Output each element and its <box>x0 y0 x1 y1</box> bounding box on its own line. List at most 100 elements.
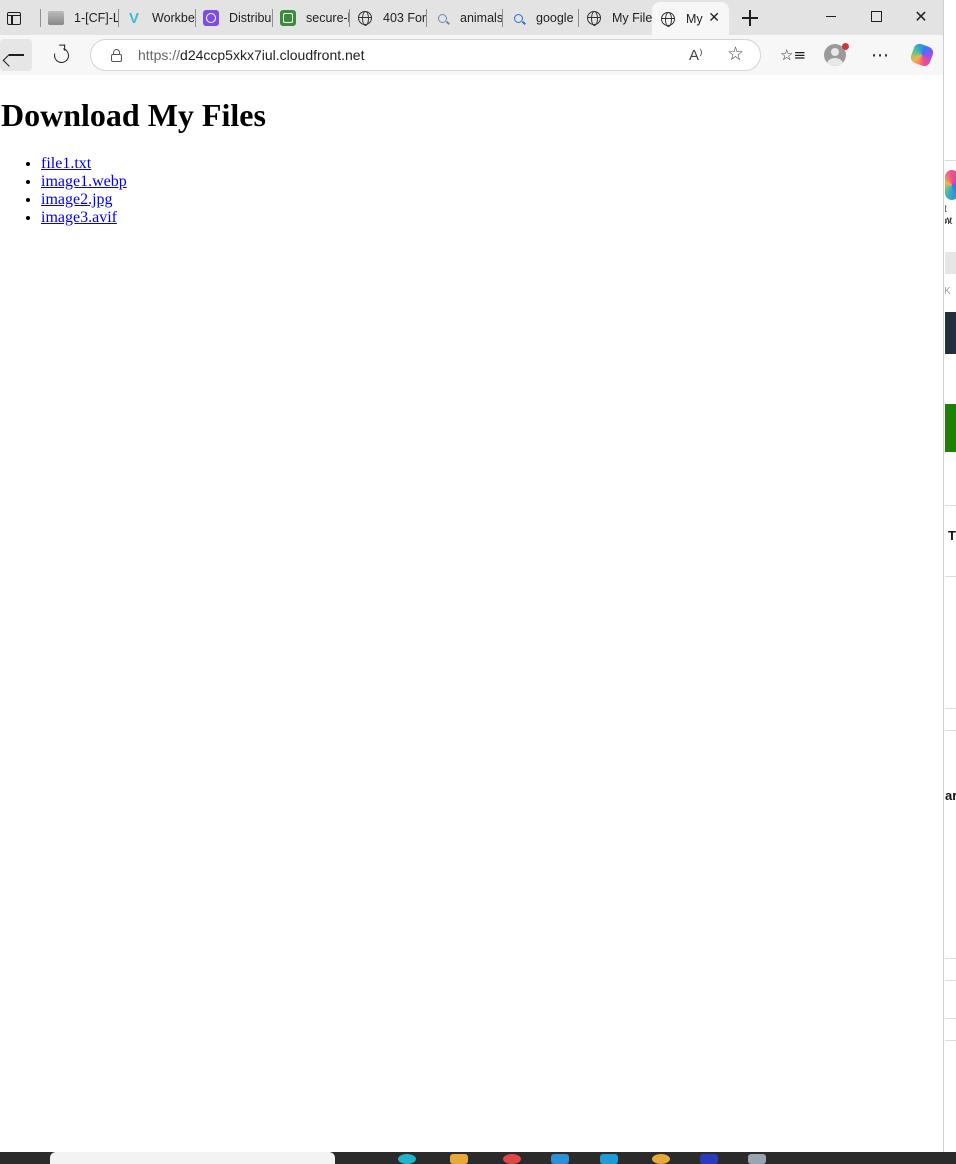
taskbar-folder-icon[interactable] <box>450 1154 468 1164</box>
background-bar <box>945 252 956 274</box>
browser-toolbar: https://d24ccp5xkx7iul.cloudfront.net A⁾… <box>0 35 944 75</box>
divider <box>945 730 956 731</box>
taskbar-app-icon[interactable] <box>700 1154 718 1164</box>
divider <box>945 1040 956 1041</box>
tab-active[interactable]: My ✕ <box>652 2 729 35</box>
tab-3[interactable]: Distribu <box>195 5 272 31</box>
copilot-icon <box>909 42 935 68</box>
favorites-list-icon: ☆≡ <box>780 46 807 64</box>
minimize-button[interactable] <box>808 0 854 32</box>
tab-separator <box>118 9 119 27</box>
gray-image-icon <box>48 10 64 26</box>
window-border <box>943 0 944 1152</box>
tab-strip: 1-[CF]-L V Workbe Distribu secure-l 403 … <box>0 0 944 35</box>
taskbar-app-icon[interactable] <box>652 1154 670 1164</box>
tab-8[interactable]: My Files <box>578 5 652 31</box>
tab-actions-icon <box>7 11 21 25</box>
taskbar-app-icon[interactable] <box>748 1154 766 1164</box>
divider <box>945 1018 956 1019</box>
list-item: file1.txt <box>41 155 127 173</box>
tab-separator <box>578 9 579 27</box>
favorite-star-icon[interactable]: ☆ <box>727 43 744 65</box>
tab-title: 403 For <box>383 11 426 25</box>
background-text: nt <box>945 216 953 227</box>
tab-separator <box>426 9 427 27</box>
v-logo-icon: V <box>128 9 139 27</box>
taskbar-app-icon[interactable] <box>503 1154 521 1164</box>
copilot-button[interactable] <box>906 39 938 71</box>
edge-logo-icon <box>945 170 956 200</box>
background-window: t w nt K T ar <box>945 0 956 1164</box>
list-item: image2.jpg <box>41 191 127 209</box>
tab-1[interactable]: 1-[CF]-L <box>40 5 118 31</box>
tab-6[interactable]: animals <box>426 5 502 31</box>
file-link[interactable]: file1.txt <box>41 155 91 172</box>
tab-5[interactable]: 403 For <box>349 5 426 31</box>
list-item: image3.avif <box>41 209 127 227</box>
reload-icon <box>50 44 72 66</box>
page-title: Download My Files <box>1 97 266 133</box>
taskbar-app-icon[interactable] <box>551 1154 569 1164</box>
url-host: d24ccp5xkx7iul.cloudfront.net <box>180 47 365 63</box>
tab-title: secure-l <box>306 11 349 25</box>
globe-icon <box>357 10 373 26</box>
tab-title: 1-[CF]-L <box>74 11 118 25</box>
maximize-button[interactable] <box>853 0 899 32</box>
tab-separator <box>40 9 41 27</box>
divider <box>945 958 956 959</box>
window-close-button[interactable]: ✕ <box>898 0 944 32</box>
divider <box>945 505 956 506</box>
background-text: T <box>948 528 956 543</box>
lock-icon[interactable] <box>111 49 122 62</box>
divider <box>945 576 956 577</box>
notification-dot <box>842 43 849 50</box>
tab-title: Workbe <box>152 11 195 25</box>
globe-icon <box>660 11 676 27</box>
taskbar <box>0 1152 956 1164</box>
url-scheme: https:// <box>138 47 181 63</box>
new-tab-button[interactable] <box>739 8 761 28</box>
tab-separator <box>502 9 503 27</box>
divider <box>945 708 956 709</box>
back-button[interactable] <box>0 39 32 71</box>
search-icon <box>510 10 526 26</box>
file-list: file1.txt image1.webp image2.jpg image3.… <box>41 155 127 227</box>
green-app-icon <box>280 10 296 26</box>
divider <box>945 160 956 161</box>
arrow-left-icon <box>8 48 24 62</box>
divider <box>945 980 956 981</box>
tab-title: google <box>536 11 574 25</box>
address-bar[interactable]: https://d24ccp5xkx7iul.cloudfront.net A⁾… <box>90 39 761 71</box>
background-text: ar <box>945 788 956 803</box>
favorites-button[interactable]: ☆≡ <box>773 39 807 71</box>
file-link[interactable]: image2.jpg <box>41 191 113 208</box>
purple-app-icon <box>203 10 219 26</box>
file-link[interactable]: image1.webp <box>41 173 127 190</box>
list-item: image1.webp <box>41 173 127 191</box>
tab-close-button[interactable]: ✕ <box>708 11 720 25</box>
read-aloud-icon[interactable]: A⁾ <box>689 46 703 64</box>
taskbar-app-icon[interactable] <box>398 1154 416 1164</box>
tab-title: My <box>686 11 703 26</box>
background-text: K <box>945 286 951 297</box>
tab-title: animals <box>460 11 502 25</box>
background-button <box>945 404 956 452</box>
taskbar-app-icon[interactable] <box>600 1154 618 1164</box>
tab-4[interactable]: secure-l <box>272 5 349 31</box>
file-link[interactable]: image3.avif <box>41 209 117 226</box>
taskbar-search-box[interactable] <box>50 1152 335 1164</box>
tab-separator <box>195 9 196 27</box>
tab-title: My Files <box>612 11 652 25</box>
tab-separator <box>349 9 350 27</box>
globe-icon <box>586 10 602 26</box>
url-text[interactable]: https://d24ccp5xkx7iul.cloudfront.net <box>138 47 364 63</box>
tab-2[interactable]: V Workbe <box>118 5 195 31</box>
tab-7[interactable]: google <box>502 5 578 31</box>
reload-button[interactable] <box>45 39 77 71</box>
tab-title: Distribu <box>229 11 272 25</box>
tab-actions-button[interactable] <box>2 6 26 30</box>
more-options-button[interactable]: ⋯ <box>864 39 896 71</box>
tab-separator <box>272 9 273 27</box>
browser-window: 1-[CF]-L V Workbe Distribu secure-l 403 … <box>0 0 944 1152</box>
background-header <box>945 312 956 354</box>
